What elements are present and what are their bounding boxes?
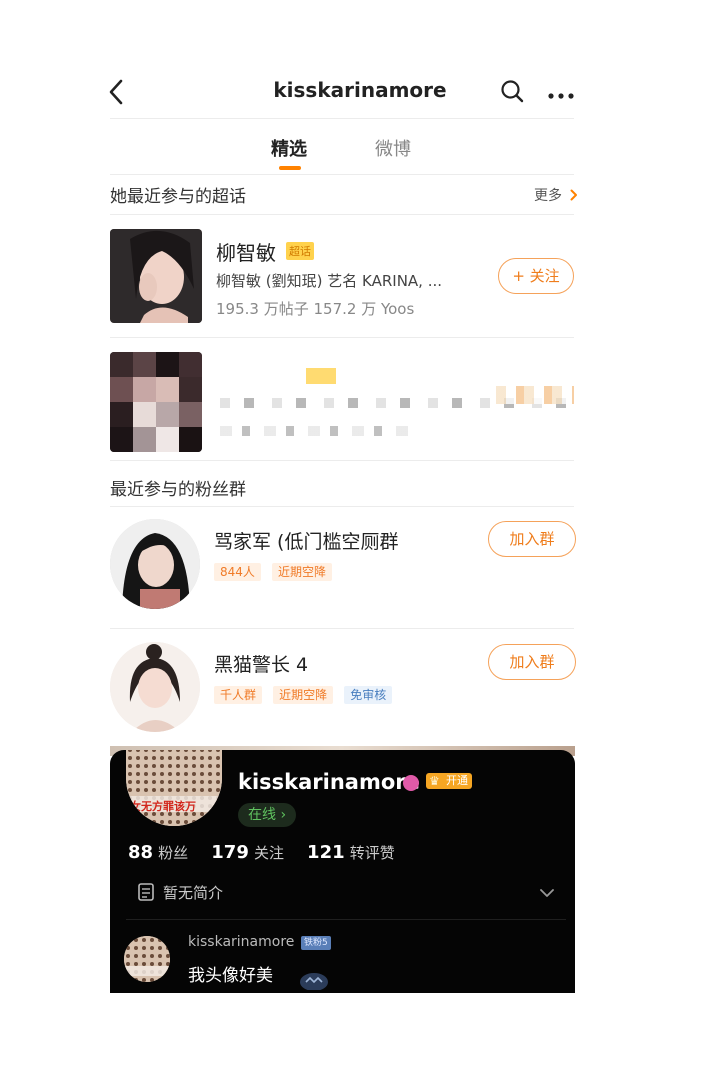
divider xyxy=(110,118,574,119)
comment-row: kisskarinamore 铁粉5 我头像好美 xyxy=(124,934,564,993)
followers-count[interactable]: 88 xyxy=(128,842,153,863)
crown-icon: ♛ xyxy=(429,774,440,788)
tab-featured[interactable]: 精选 xyxy=(271,135,307,161)
member-count-tag: 844人 xyxy=(214,563,261,581)
gender-icon xyxy=(403,775,419,791)
divider xyxy=(110,214,574,215)
online-status-pill[interactable]: 在线 › xyxy=(238,803,297,827)
supertopic-thumbnail xyxy=(110,229,202,323)
comment-avatar[interactable] xyxy=(124,936,170,982)
pixelated-image xyxy=(110,352,202,452)
card-divider xyxy=(126,919,566,920)
followers-label: 粉丝 xyxy=(158,844,189,862)
recent-tag: 近期空降 xyxy=(273,686,334,704)
supertopics-section-title: 她最近参与的超话 xyxy=(110,187,246,207)
fangroup-name: 黑猫警长 4 xyxy=(214,654,309,676)
divider xyxy=(110,174,574,175)
tab-weibo[interactable]: 微博 xyxy=(375,135,411,161)
fangroup-tags: 千人群 近期空降 免审核 xyxy=(214,684,393,704)
page-title: kisskarinamore xyxy=(273,78,447,102)
supertopic-description: 柳智敏 (劉知珉) 艺名 KARINA, ... xyxy=(216,272,443,290)
interactions-count[interactable]: 121 xyxy=(307,842,345,863)
following-label: 关注 xyxy=(253,844,284,862)
following-count[interactable]: 179 xyxy=(211,842,249,863)
fangroup-name: 骂家军 (低门槛空厕群 xyxy=(214,531,399,553)
active-tab-indicator xyxy=(279,166,301,170)
profile-stats: 88 粉丝 179 关注 121 转评赞 xyxy=(128,842,395,863)
supertopic-name: 柳智敏 xyxy=(216,241,276,265)
supertopics-more-link[interactable]: 更多 xyxy=(534,185,578,205)
join-group-button[interactable]: 加入群 xyxy=(488,521,576,557)
divider xyxy=(110,337,574,338)
checkered-avatar-image xyxy=(124,936,170,982)
supertopic-badge: 超话 xyxy=(286,242,314,260)
bio-text: 暂无简介 xyxy=(163,884,224,902)
emoji-sticker-icon xyxy=(300,973,328,990)
chevron-down-icon xyxy=(540,889,554,897)
bio-row[interactable]: 暂无简介 xyxy=(138,880,558,906)
censored-text-block xyxy=(220,426,416,436)
fangroup-item[interactable]: 黑猫警长 4 千人群 近期空降 免审核 加入群 xyxy=(110,642,576,734)
group-size-tag: 千人群 xyxy=(214,686,263,704)
portrait-image xyxy=(110,519,200,609)
comment-text: 我头像好美 xyxy=(188,966,273,986)
fan-level-badge: 铁粉5 xyxy=(301,936,331,950)
profile-card: 女无方罪该万 kisskarinamore ♛ 开通 在线 › 88 粉丝 17… xyxy=(110,750,575,993)
portrait-image xyxy=(110,229,202,323)
join-group-button[interactable]: 加入群 xyxy=(488,644,576,680)
more-options-button[interactable] xyxy=(548,86,574,99)
fangroups-section-title: 最近参与的粉丝群 xyxy=(110,480,246,500)
vip-badge[interactable]: ♛ 开通 xyxy=(426,773,472,789)
ellipsis-icon xyxy=(548,93,574,99)
follow-button[interactable]: + 关注 xyxy=(498,258,574,294)
censored-button-block xyxy=(496,386,574,404)
divider xyxy=(110,628,574,629)
chevron-right-icon xyxy=(570,189,578,201)
supertopic-stats: 195.3 万帖子 157.2 万 Yoos xyxy=(216,300,415,318)
portrait-image xyxy=(110,642,200,732)
comment-username[interactable]: kisskarinamore xyxy=(188,934,294,950)
checkered-avatar-image xyxy=(126,750,222,826)
no-review-tag: 免审核 xyxy=(344,686,393,704)
fangroup-avatar xyxy=(110,642,200,732)
search-button[interactable] xyxy=(500,79,524,103)
divider xyxy=(110,460,574,461)
divider xyxy=(110,506,574,507)
fangroup-tags: 844人 近期空降 xyxy=(214,561,333,581)
interactions-label: 转评赞 xyxy=(349,844,395,862)
censored-thumbnail xyxy=(110,352,202,452)
supertopic-item[interactable]: 柳智敏 超话 柳智敏 (劉知珉) 艺名 KARINA, ... 195.3 万帖… xyxy=(110,229,575,325)
supertopic-item-censored[interactable] xyxy=(110,352,576,452)
avatar-banner-text: 女无方罪该万 xyxy=(130,800,196,813)
search-icon xyxy=(501,80,524,103)
fangroup-avatar xyxy=(110,519,200,609)
censored-title-block xyxy=(306,368,336,384)
vip-label: 开通 xyxy=(446,774,468,787)
recent-tag: 近期空降 xyxy=(272,563,333,581)
more-label: 更多 xyxy=(534,188,562,204)
profile-username: kisskarinamore xyxy=(238,770,420,794)
fangroup-item[interactable]: 骂家军 (低门槛空厕群 844人 近期空降 加入群 xyxy=(110,519,576,611)
profile-avatar[interactable]: 女无方罪该万 xyxy=(126,750,222,826)
document-icon xyxy=(138,883,154,901)
